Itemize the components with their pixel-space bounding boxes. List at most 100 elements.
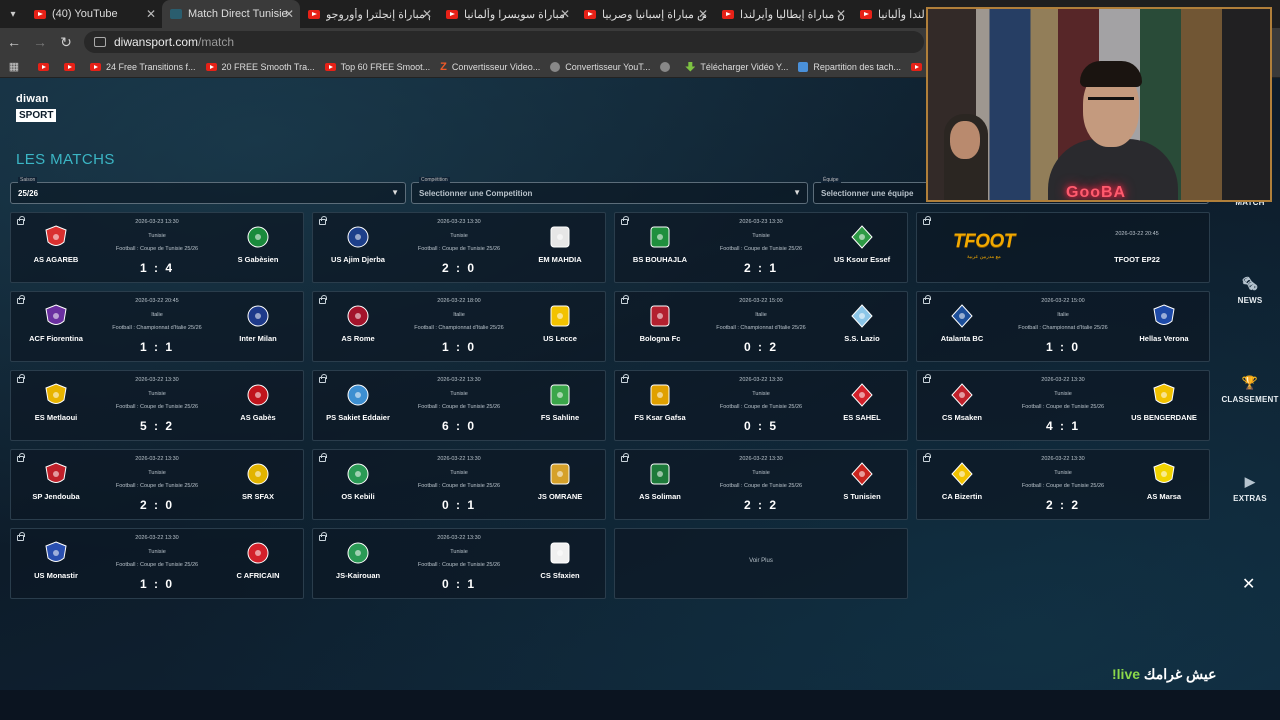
away-team-crest-icon	[817, 304, 907, 328]
tab-close-icon[interactable]: ✕	[422, 7, 432, 21]
away-team: S Gabèsien	[213, 225, 303, 264]
bookmark-item[interactable]	[64, 61, 80, 73]
bookmark-item[interactable]: Télécharger Vidéo Y...	[685, 61, 788, 73]
home-team-name: CA Bizertin	[941, 492, 983, 501]
home-team-crest-icon	[917, 383, 1007, 407]
match-card[interactable]: 2026-03-22 13:30 Tunisie Football : Coupe …	[614, 370, 908, 441]
away-team-crest-icon	[213, 383, 303, 407]
bookmark-item[interactable]	[660, 61, 675, 73]
team-select-label: Équipe	[821, 177, 841, 183]
sidebar-item-classement[interactable]: 🏆 CLASSEMENT	[1220, 375, 1280, 404]
match-card[interactable]: 2026-03-22 18:00 Italie Football : Champio…	[312, 291, 606, 362]
match-card[interactable]: 2026-03-22 15:00 Italie Football : Champio…	[916, 291, 1210, 362]
away-team-name: S Tunisien	[843, 492, 881, 501]
slogan: عيش غرامك live!	[1112, 666, 1216, 683]
tab-close-icon[interactable]: ✕	[560, 7, 570, 21]
match-card[interactable]: 2026-03-22 13:30 Tunisie Football : Coupe …	[312, 449, 606, 520]
away-team-crest-icon	[817, 225, 907, 249]
match-card[interactable]: 2026-03-22 13:30 Tunisie Football : Coupe …	[614, 449, 908, 520]
youtube-icon	[324, 62, 336, 71]
away-team-crest-icon	[1119, 304, 1209, 328]
slogan-text: عيش غرامك	[1143, 666, 1217, 682]
browser-tab[interactable]: ملخص مباراة إسبانيا وصربيا✕	[576, 0, 714, 28]
newspaper-icon: 🗞	[1241, 276, 1259, 291]
apps-grid-icon[interactable]: ▦	[0, 60, 28, 73]
close-icon[interactable]: ✕	[1242, 574, 1255, 594]
back-arrow-icon[interactable]: ←	[2, 30, 26, 54]
bookmark-item[interactable]: Convertisseur YouT...	[550, 61, 650, 73]
match-card[interactable]: 2026-03-22 13:30 Tunisie Football : Coupe …	[916, 449, 1210, 520]
forward-arrow-icon[interactable]: →	[28, 30, 52, 54]
away-team-name: FS Sahline	[540, 413, 580, 422]
tab-close-icon[interactable]: ✕	[284, 7, 294, 21]
match-card[interactable]: 2026-03-22 20:45 Italie Football : Champio…	[10, 291, 304, 362]
see-more-label: Voir Plus	[749, 558, 773, 564]
bookmark-item[interactable]	[38, 61, 54, 73]
reload-icon[interactable]: ↻	[54, 30, 78, 54]
away-team: Inter Milan	[213, 304, 303, 343]
competition-select[interactable]: Compétition Selectionner une Competition…	[411, 177, 808, 204]
match-card[interactable]: 2026-03-22 13:30 Tunisie Football : Coupe …	[10, 528, 304, 599]
match-card[interactable]: 2026-03-22 13:30 Tunisie Football : Coupe …	[10, 370, 304, 441]
diwansport-logo[interactable]: diwan SPORT	[16, 93, 57, 123]
away-team-crest-icon	[213, 304, 303, 328]
home-team-crest-icon	[615, 462, 705, 486]
browser-tab[interactable]: ملخص مباراة إيطاليا وأيرلندا✕	[714, 0, 852, 28]
away-team-crest-icon	[515, 462, 605, 486]
see-more-card[interactable]: Voir Plus	[614, 528, 908, 599]
bookmark-label: 24 Free Transitions f...	[106, 61, 196, 72]
show-card[interactable]: TFOOT مع مدربين عربية 2026-03-22 20:45 TFOO…	[916, 212, 1210, 283]
away-team: S Tunisien	[817, 462, 907, 501]
page-title: LES MATCHS	[16, 151, 115, 168]
bookmark-item[interactable]: Z Convertisseur Video...	[440, 61, 540, 73]
browser-tab[interactable]: ملخص مباراة سويسرا وألمانيا✕	[438, 0, 576, 28]
match-card[interactable]: 2026-03-22 13:30 Tunisie Football : Coupe …	[312, 528, 606, 599]
home-team: AS AGAREB	[11, 225, 101, 264]
away-team-crest-icon	[213, 225, 303, 249]
tab-search-chevron-icon[interactable]: ▾	[0, 0, 26, 28]
tab-close-icon[interactable]: ✕	[146, 7, 156, 21]
home-team-crest-icon	[11, 462, 101, 486]
bookmark-item[interactable]: 20 FREE Smooth Tra...	[205, 61, 315, 73]
match-card[interactable]: 2026-03-22 13:30 Tunisie Football : Coupe …	[312, 370, 606, 441]
match-date: 2026-03-22 20:45	[1115, 231, 1159, 237]
match-card[interactable]: 2026-03-22 13:30 Tunisie Football : Coupe …	[916, 370, 1210, 441]
sidebar-item-news[interactable]: 🗞 NEWS	[1220, 276, 1280, 305]
browser-tab[interactable]: بولندا وألبانيا	[852, 0, 932, 28]
browser-tab[interactable]: Match Direct Tunisie : Sco✕	[162, 0, 300, 28]
away-team-crest-icon	[213, 541, 303, 565]
match-card[interactable]: 2026-03-23 13:30 Tunisie Football : Coupe …	[614, 212, 908, 283]
tfoot-logo: TFOOT	[953, 231, 1015, 252]
home-team-name: US Monastir	[34, 571, 78, 580]
away-team-name: SR SFAX	[241, 492, 275, 501]
tfoot-logo-subtitle: مع مدربين عربية	[967, 254, 1001, 260]
home-team-crest-icon	[313, 383, 403, 407]
away-team-crest-icon	[1119, 462, 1209, 486]
url-field[interactable]: diwansport.com/match	[84, 31, 924, 53]
away-team-name: C AFRICAIN	[236, 571, 280, 580]
away-team-crest-icon	[817, 462, 907, 486]
away-team-crest-icon	[515, 304, 605, 328]
browser-tab[interactable]: ملخص مباراة إنجلترا وأوروجو✕	[300, 0, 438, 28]
url-path: /match	[198, 35, 235, 49]
tabs-container: (40) YouTube✕Match Direct Tunisie : Sco✕…	[26, 0, 932, 28]
site-info-icon[interactable]	[94, 37, 106, 47]
match-card[interactable]: 2026-03-22 13:30 Tunisie Football : Coupe …	[10, 449, 304, 520]
season-select[interactable]: Saison 25/26 ▼	[10, 177, 406, 204]
away-team: US Lecce	[515, 304, 605, 343]
youtube-icon	[446, 9, 458, 19]
bookmark-item[interactable]: 24 Free Transitions f...	[90, 61, 196, 73]
bookmark-item[interactable]: Repartition des tach...	[798, 61, 901, 73]
tab-close-icon[interactable]: ✕	[698, 7, 708, 21]
match-card[interactable]: 2026-03-23 13:30 Tunisie Football : Coupe …	[10, 212, 304, 283]
away-team: AS Marsa	[1119, 462, 1209, 501]
bookmark-label: 20 FREE Smooth Tra...	[221, 61, 315, 72]
bookmark-item[interactable]: Top 60 FREE Smoot...	[324, 61, 430, 73]
match-card[interactable]: 2026-03-22 15:00 Italie Football : Champio…	[614, 291, 908, 362]
tab-close-icon[interactable]: ✕	[836, 7, 846, 21]
match-card[interactable]: 2026-03-23 13:30 Tunisie Football : Coupe …	[312, 212, 606, 283]
sidebar-item-extras[interactable]: ▶ EXTRAS	[1220, 474, 1280, 503]
browser-tab[interactable]: (40) YouTube ✕	[26, 0, 162, 28]
slogan-live: live!	[1112, 666, 1141, 682]
logo-text-top: diwan	[16, 93, 49, 105]
